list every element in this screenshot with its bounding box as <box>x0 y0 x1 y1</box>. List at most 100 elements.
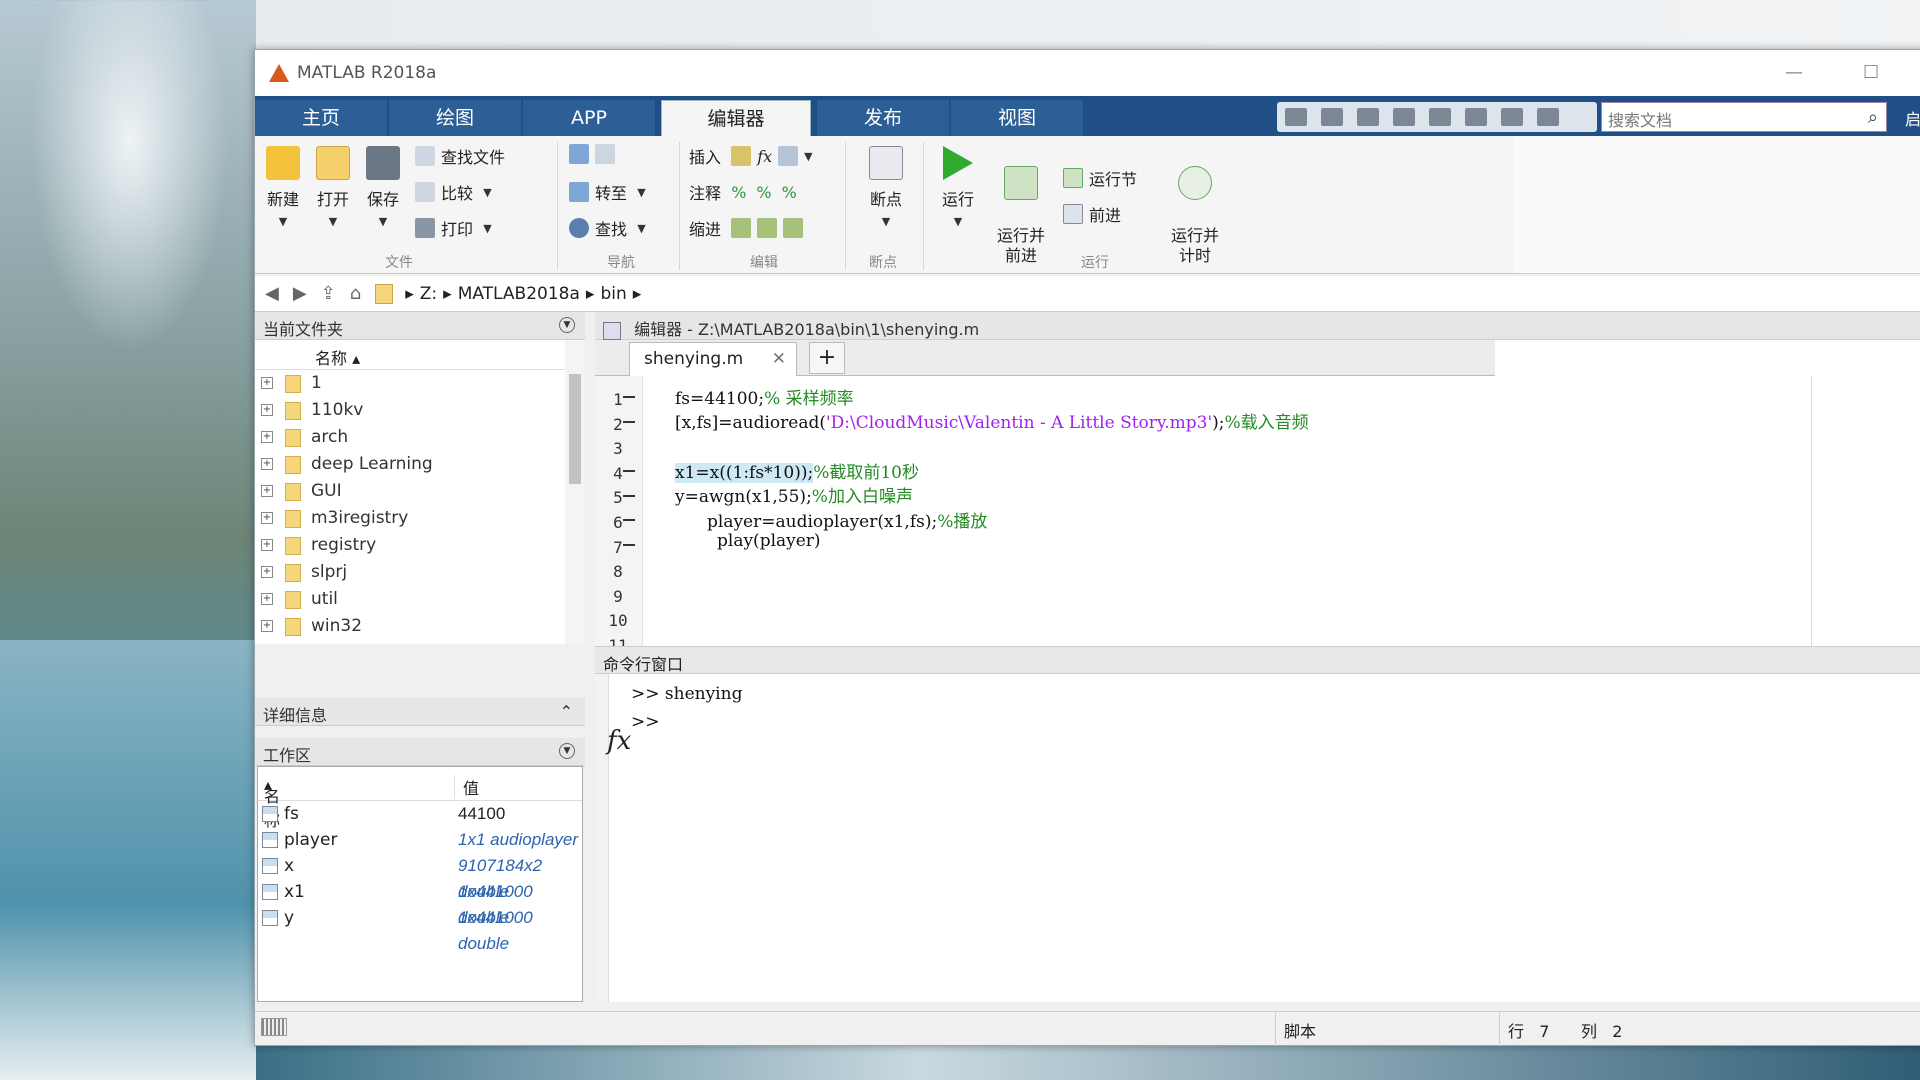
workspace-row[interactable]: x 9107184x2 double <box>258 853 582 901</box>
up-folder-icon[interactable]: ⇪ <box>321 283 336 304</box>
workspace-row[interactable]: x1 1x441000 double <box>258 879 582 927</box>
close-icon[interactable]: ✕ <box>772 349 786 369</box>
tab-plots[interactable]: 绘图 <box>389 100 521 136</box>
find-files-button[interactable]: 查找文件 <box>415 144 505 168</box>
search-docs-input[interactable]: 搜索文档 ⌕ <box>1601 102 1887 132</box>
pane-menu-icon[interactable]: ▼ <box>559 743 575 759</box>
breakpoint-marker[interactable] <box>623 519 635 521</box>
open-button[interactable]: 打开 ▼ <box>313 146 353 229</box>
run-section-button[interactable]: 运行节 <box>1063 166 1137 190</box>
signin-link[interactable]: 启 <box>1905 106 1920 130</box>
folder-row[interactable]: +win64 <box>255 640 584 644</box>
browse-folder-icon[interactable]: ⌂ <box>350 283 361 304</box>
workspace-row[interactable]: player 1x1 audioplayer <box>258 827 582 853</box>
details-header[interactable]: 详细信息 ⌃ <box>255 698 585 726</box>
tab-home[interactable]: 主页 <box>255 100 387 136</box>
run-button[interactable]: 运行 ▼ <box>933 146 983 229</box>
folder-row[interactable]: +110kv <box>255 397 584 424</box>
folder-row[interactable]: + deep Learning <box>255 451 584 478</box>
code-line-8[interactable]: play(player) <box>717 531 821 551</box>
tab-publish[interactable]: 发布 <box>817 100 949 136</box>
breakpoint-marker[interactable] <box>623 396 635 398</box>
expand-plus-icon[interactable]: + <box>261 566 273 578</box>
fx-function-browser-icon[interactable]: fx <box>607 726 631 756</box>
expand-plus-icon[interactable]: + <box>261 620 273 632</box>
back-arrow-icon[interactable]: ◀ <box>265 283 279 304</box>
breadcrumb-drive[interactable]: Z: <box>420 284 437 304</box>
expand-up-icon[interactable]: ⌃ <box>560 702 573 721</box>
insert-button[interactable]: 插入 fx ▼ <box>689 144 813 168</box>
command-prompt[interactable]: >> <box>631 712 660 732</box>
new-tab-plus-icon[interactable]: + <box>809 342 845 374</box>
code-line-6[interactable]: y=awgn(x1,55);%加入白噪声 <box>675 482 913 507</box>
copy-icon[interactable] <box>1357 108 1379 126</box>
paste-icon[interactable] <box>1393 108 1415 126</box>
expand-plus-icon[interactable]: + <box>261 404 273 416</box>
new-button[interactable]: 新建 ▼ <box>263 146 303 229</box>
command-window[interactable] <box>595 674 1920 1002</box>
folder-row[interactable]: + registry <box>255 532 584 559</box>
folder-row[interactable]: + GUI <box>255 478 584 505</box>
expand-plus-icon[interactable]: + <box>261 485 273 497</box>
tab-apps[interactable]: APP <box>523 100 655 136</box>
code-line-3[interactable]: [x,fs]=audioread('D:\CloudMusic\Valentin… <box>675 408 1309 433</box>
back-forward-buttons[interactable] <box>569 144 621 164</box>
folder-row[interactable]: + arch <box>255 424 584 451</box>
expand-plus-icon[interactable]: + <box>261 377 273 389</box>
pane-menu-icon[interactable]: ▼ <box>559 317 575 333</box>
tab-editor[interactable]: 编辑器 <box>661 100 811 136</box>
switch-windows-icon[interactable] <box>1501 108 1523 126</box>
save-button[interactable]: 保存 ▼ <box>363 146 403 229</box>
status-grip-icon[interactable] <box>261 1018 287 1036</box>
breakpoint-marker[interactable] <box>623 495 635 497</box>
code-line-2[interactable]: fs=44100;% 采样频率 <box>675 384 854 409</box>
redo-icon[interactable] <box>1465 108 1487 126</box>
save-icon[interactable] <box>1285 108 1307 126</box>
comment-button[interactable]: 注释 %%% <box>689 180 797 204</box>
search-icon[interactable]: ⌕ <box>1868 107 1878 128</box>
folder-scrollbar[interactable] <box>565 340 585 644</box>
run-and-advance-button[interactable]: 运行并 前进 <box>991 146 1051 266</box>
print-button[interactable]: 打印 ▼ <box>415 216 492 240</box>
wrap-comment-icon[interactable]: % <box>782 183 797 202</box>
breakpoint-marker[interactable] <box>623 544 635 546</box>
advance-button[interactable]: 前进 <box>1063 202 1121 226</box>
undo-icon[interactable] <box>1429 108 1451 126</box>
folder-row[interactable]: +1 <box>255 370 584 397</box>
ws-name-header[interactable]: 名称 ▴ <box>264 775 280 830</box>
scroll-thumb[interactable] <box>569 374 581 484</box>
find-button[interactable]: 查找 ▼ <box>569 216 646 240</box>
name-column-header[interactable]: 名称 ▴ <box>255 340 584 370</box>
run-and-time-button[interactable]: 运行并 计时 <box>1165 146 1225 266</box>
uncomment-icon[interactable]: % <box>756 183 771 202</box>
forward-arrow-icon[interactable]: ▶ <box>293 283 307 304</box>
percent-icon[interactable]: % <box>731 183 746 202</box>
breakpoint-marker[interactable] <box>623 470 635 472</box>
help-icon[interactable] <box>1537 108 1559 126</box>
compare-button[interactable]: 比较 ▼ <box>415 180 492 204</box>
expand-plus-icon[interactable]: + <box>261 539 273 551</box>
expand-plus-icon[interactable]: + <box>261 593 273 605</box>
expand-plus-icon[interactable]: + <box>261 512 273 524</box>
breakpoints-button[interactable]: 断点 ▼ <box>861 146 911 229</box>
expand-plus-icon[interactable]: + <box>261 458 273 470</box>
tab-view[interactable]: 视图 <box>951 100 1083 136</box>
minimize-button[interactable]: — <box>1785 62 1803 83</box>
folder-row[interactable]: + slprj <box>255 559 584 586</box>
tab-shenying[interactable]: shenying.m ✕ <box>629 342 797 376</box>
folder-row[interactable]: + win32 <box>255 613 584 640</box>
folder-row[interactable]: + m3iregistry <box>255 505 584 532</box>
breadcrumb-matlab[interactable]: MATLAB2018a <box>458 284 580 304</box>
cut-icon[interactable] <box>1321 108 1343 126</box>
indent-button[interactable]: 缩进 <box>689 216 809 240</box>
breakpoint-marker[interactable] <box>623 421 635 423</box>
folder-row[interactable]: + util <box>255 586 584 613</box>
workspace-row[interactable]: y 1x441000 double <box>258 905 582 953</box>
fx-icon[interactable]: fx <box>757 147 772 166</box>
ws-value-header[interactable]: 值 <box>454 775 479 799</box>
maximize-button[interactable]: ☐ <box>1863 62 1879 83</box>
workspace-row[interactable]: fs 44100 <box>258 801 582 827</box>
code-line-7[interactable]: player=audioplayer(x1,fs);%播放 <box>707 507 987 532</box>
breadcrumb-bin[interactable]: bin <box>600 284 626 304</box>
code-line-5[interactable]: x1=x((1:fs*10));%截取前10秒 <box>675 458 919 483</box>
